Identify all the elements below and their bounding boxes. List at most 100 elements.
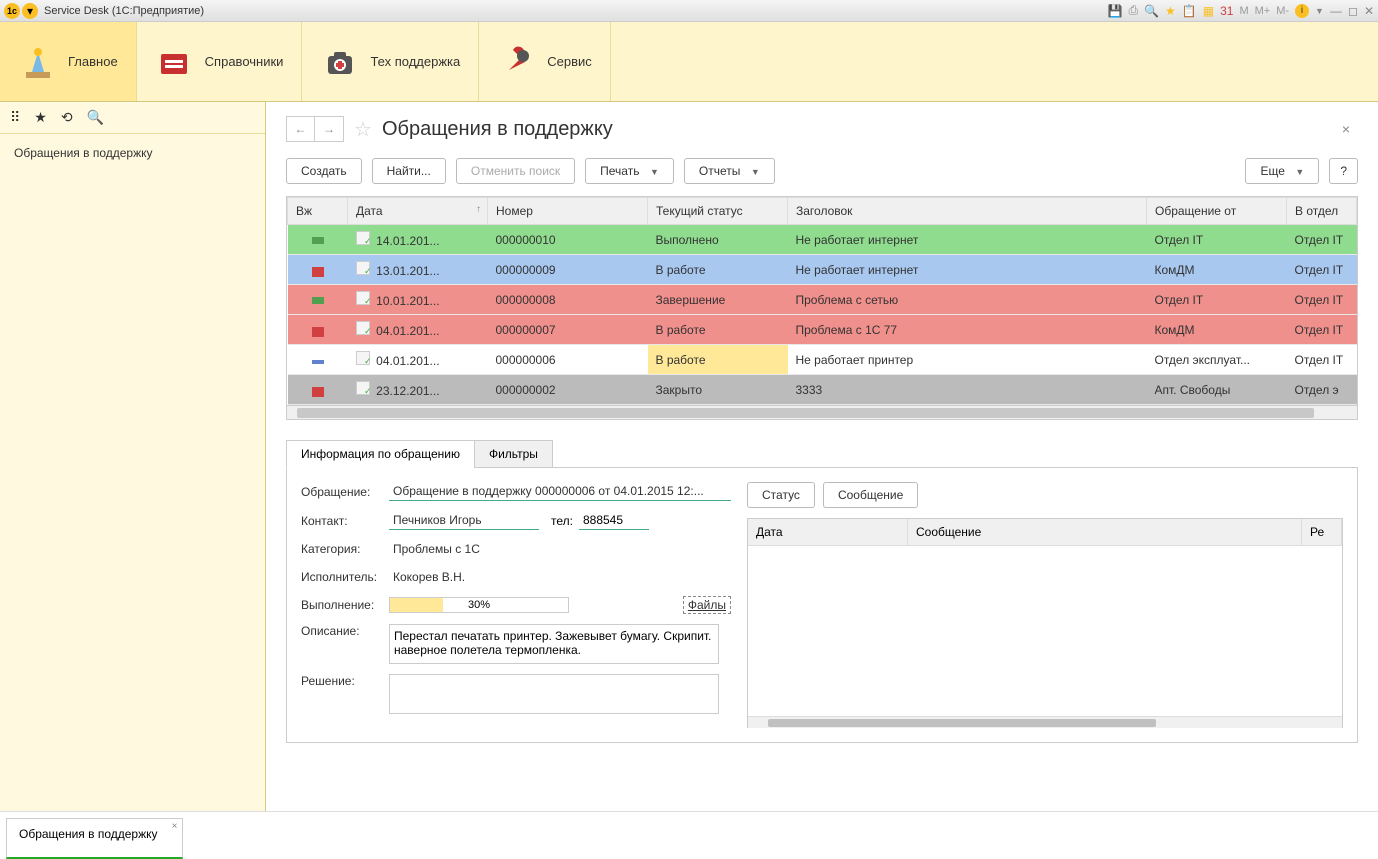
tel-label: тел: (551, 514, 573, 528)
col-dept[interactable]: В отдел (1287, 198, 1357, 225)
preview-icon[interactable]: 🔍 (1144, 4, 1159, 18)
contact-label: Контакт: (301, 514, 389, 528)
help-button[interactable]: ? (1329, 158, 1358, 184)
find-button[interactable]: Найти... (372, 158, 446, 184)
priority-icon (312, 240, 324, 244)
app-icon: 1c (4, 3, 20, 19)
table-row[interactable]: 10.01.201...000000008ЗавершениеПроблема … (288, 285, 1357, 315)
msg-scrollbar[interactable] (748, 716, 1342, 728)
ribbon-main[interactable]: Главное (0, 22, 137, 101)
document-icon (356, 351, 370, 365)
msg-col-msg[interactable]: Сообщение (908, 519, 1302, 545)
cancel-search-button: Отменить поиск (456, 158, 575, 184)
sidebar-link-tickets[interactable]: Обращения в поддержку (0, 134, 265, 172)
page-close-button[interactable]: × (1334, 121, 1358, 137)
m-minus-button[interactable]: M- (1276, 5, 1289, 17)
description-label: Описание: (301, 624, 389, 638)
col-status[interactable]: Текущий статус (648, 198, 788, 225)
ribbon-label: Сервис (547, 54, 592, 69)
ribbon: Главное Справочники Тех поддержка Сервис (0, 22, 1378, 102)
ribbon-service[interactable]: Сервис (479, 22, 611, 101)
m-button[interactable]: M (1239, 5, 1248, 17)
table-row[interactable]: 23.12.201...000000002Закрыто3333Апт. Сво… (288, 375, 1357, 405)
status-button[interactable]: Статус (747, 482, 815, 508)
detail-form: Обращение: Обращение в поддержку 0000000… (301, 482, 731, 728)
save-icon[interactable]: 💾 (1108, 4, 1123, 18)
document-icon (356, 291, 370, 305)
category-value: Проблемы с 1С (389, 540, 731, 558)
info-chevron-icon[interactable]: ▼ (1315, 6, 1324, 16)
document-icon (356, 381, 370, 395)
message-table: Дата Сообщение Ре (747, 518, 1343, 728)
calendar-icon[interactable]: 31 (1220, 4, 1233, 18)
priority-icon (312, 300, 324, 304)
document-icon (356, 231, 370, 245)
tab-info[interactable]: Информация по обращению (286, 440, 475, 468)
col-from[interactable]: Обращение от (1147, 198, 1287, 225)
more-button[interactable]: Еще (1245, 158, 1319, 184)
grid-icon[interactable]: ⠿ (10, 109, 20, 126)
table-row[interactable]: 14.01.201...000000010ВыполненоНе работае… (288, 225, 1357, 255)
favorite-icon[interactable]: ★ (1165, 4, 1176, 18)
progress-bar: 30% (389, 597, 569, 613)
print-icon[interactable]: ⎙ (1128, 3, 1138, 18)
content-header: ← → ☆ Обращения в поддержку × (266, 102, 1378, 152)
col-number[interactable]: Номер (488, 198, 648, 225)
info-icon[interactable]: i (1295, 4, 1309, 18)
document-icon (356, 261, 370, 275)
tab-close-icon[interactable]: × (172, 821, 178, 832)
table-row[interactable]: 04.01.201...000000007В работеПроблема с … (288, 315, 1357, 345)
minimize-button[interactable]: — (1330, 4, 1342, 18)
table-scrollbar[interactable] (286, 406, 1358, 420)
content: ← → ☆ Обращения в поддержку × Создать На… (266, 102, 1378, 811)
search-icon[interactable]: 🔍 (87, 109, 104, 126)
titlebar-actions: 💾 ⎙ 🔍 ★ 📋 ▦ 31 M M+ M- i ▼ — ◻ ✕ (1108, 3, 1374, 18)
contact-value[interactable]: Печников Игорь (389, 511, 539, 530)
progress-label: Выполнение: (301, 598, 389, 612)
ticket-value[interactable]: Обращение в поддержку 000000006 от 04.01… (389, 482, 731, 501)
detail-tabs: Информация по обращению Фильтры (286, 440, 1358, 468)
col-priority[interactable]: Вж (288, 198, 348, 225)
progress-pct: 30% (390, 599, 568, 611)
priority-icon (312, 360, 324, 364)
star-icon[interactable]: ★ (34, 109, 47, 126)
table-row[interactable]: 04.01.201...000000006В работеНе работает… (288, 345, 1357, 375)
description-field[interactable] (389, 624, 719, 664)
tab-filters[interactable]: Фильтры (474, 440, 553, 468)
sidebar-toolbar: ⠿ ★ ⟲ 🔍 (0, 102, 265, 134)
tel-value[interactable]: 888545 (579, 511, 649, 530)
main: ⠿ ★ ⟲ 🔍 Обращения в поддержку ← → ☆ Обра… (0, 102, 1378, 811)
col-date[interactable]: Дата↑ (348, 198, 488, 225)
ticket-table: Вж Дата↑ Номер Текущий статус Заголовок … (286, 196, 1358, 406)
calculator-icon[interactable]: ▦ (1203, 4, 1214, 18)
close-button[interactable]: ✕ (1364, 4, 1374, 18)
message-button[interactable]: Сообщение (823, 482, 918, 508)
clipboard-icon[interactable]: 📋 (1182, 4, 1197, 18)
resolution-field[interactable] (389, 674, 719, 714)
sidebar: ⠿ ★ ⟲ 🔍 Обращения в поддержку (0, 102, 266, 811)
nav-forward-button[interactable]: → (315, 117, 343, 141)
create-button[interactable]: Создать (286, 158, 362, 184)
print-button[interactable]: Печать (585, 158, 674, 184)
msg-col-date[interactable]: Дата (748, 519, 908, 545)
ribbon-label: Тех поддержка (370, 54, 460, 69)
dropdown-icon[interactable]: ▾ (22, 3, 38, 19)
col-title[interactable]: Заголовок (788, 198, 1147, 225)
ribbon-label: Справочники (205, 54, 284, 69)
maximize-button[interactable]: ◻ (1348, 4, 1358, 18)
reports-button[interactable]: Отчеты (684, 158, 775, 184)
m-plus-button[interactable]: M+ (1255, 5, 1271, 17)
history-icon[interactable]: ⟲ (61, 109, 73, 126)
page-favorite-icon[interactable]: ☆ (354, 117, 372, 142)
files-link[interactable]: Файлы (683, 596, 731, 614)
window-title: Service Desk (1С:Предприятие) (44, 5, 1108, 17)
document-icon (356, 321, 370, 335)
msg-col-re[interactable]: Ре (1302, 519, 1342, 545)
page-title: Обращения в поддержку (382, 118, 1324, 141)
ribbon-directories[interactable]: Справочники (137, 22, 303, 101)
priority-icon (312, 330, 324, 334)
ribbon-support[interactable]: Тех поддержка (302, 22, 479, 101)
bottom-tab-tickets[interactable]: Обращения в поддержку × (6, 818, 183, 859)
nav-back-button[interactable]: ← (287, 117, 315, 141)
table-row[interactable]: 13.01.201...000000009В работеНе работает… (288, 255, 1357, 285)
